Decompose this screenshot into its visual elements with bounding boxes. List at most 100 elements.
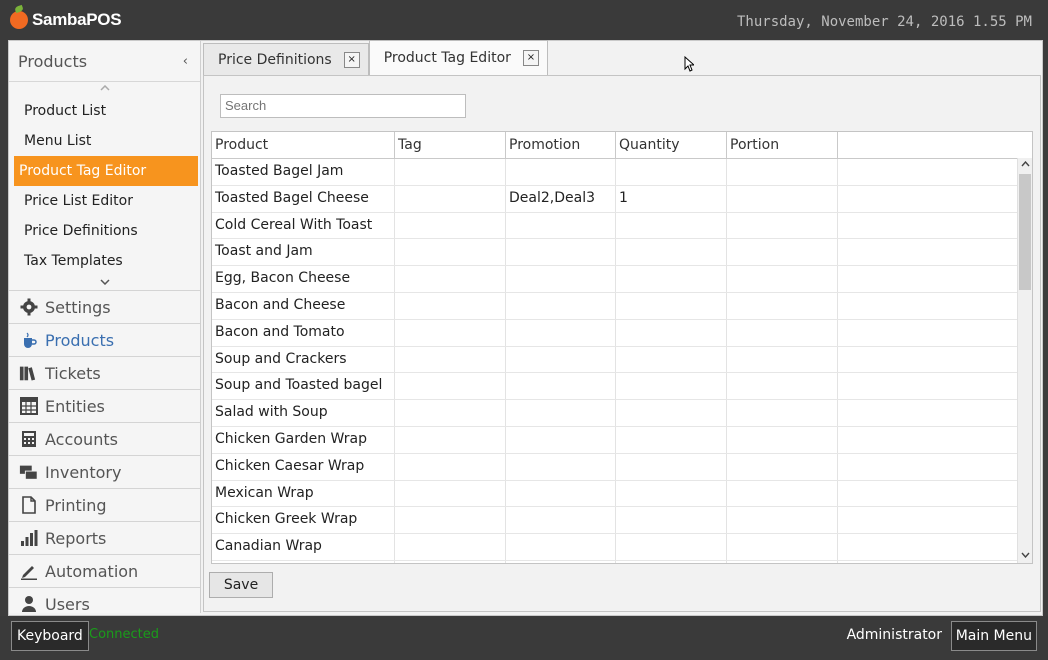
sidebar-subitem-product-tag-editor[interactable]: Product Tag Editor <box>14 156 198 186</box>
table-cell[interactable] <box>616 266 727 292</box>
table-row[interactable]: Toast and Jam <box>212 239 1032 267</box>
table-cell[interactable] <box>616 346 727 373</box>
scroll-down-arrow-icon[interactable] <box>1018 551 1032 561</box>
nav-item-inventory[interactable]: Inventory <box>9 455 200 488</box>
table-cell[interactable] <box>838 481 1018 507</box>
table-cell[interactable] <box>727 346 838 373</box>
table-cell[interactable] <box>395 319 506 346</box>
table-cell[interactable] <box>616 426 727 453</box>
table-cell[interactable] <box>616 560 727 563</box>
table-cell[interactable] <box>838 454 1018 480</box>
table-row[interactable]: Chicken Greek Wrap <box>212 507 1032 535</box>
table-cell[interactable] <box>838 186 1018 212</box>
column-header[interactable]: Promotion <box>506 132 616 158</box>
table-cell[interactable] <box>727 266 838 292</box>
nav-item-reports[interactable]: Reports <box>9 521 200 554</box>
table-cell[interactable] <box>727 507 838 534</box>
table-cell[interactable] <box>727 319 838 346</box>
table-cell[interactable] <box>727 239 838 266</box>
table-cell[interactable] <box>506 534 616 560</box>
vertical-scrollbar[interactable] <box>1017 158 1032 563</box>
scroll-up-chevron-icon[interactable] <box>9 82 200 96</box>
table-row[interactable]: Vegetarian Wrap <box>212 560 1032 563</box>
table-cell[interactable] <box>506 507 616 534</box>
table-row[interactable]: Soup and Crackers <box>212 346 1032 374</box>
table-cell[interactable] <box>838 266 1018 292</box>
table-row[interactable]: Bacon and Cheese <box>212 292 1032 320</box>
table-cell[interactable] <box>616 239 727 266</box>
table-cell[interactable] <box>838 427 1018 453</box>
table-cell[interactable] <box>395 266 506 292</box>
close-tab-icon[interactable]: × <box>343 51 360 68</box>
sidebar-subitem-menu-list[interactable]: Menu List <box>14 126 198 156</box>
table-row[interactable]: Mexican Wrap <box>212 480 1032 508</box>
sidebar-subitem-price-definitions[interactable]: Price Definitions <box>14 216 198 246</box>
table-row[interactable]: Chicken Garden Wrap <box>212 426 1032 454</box>
table-cell[interactable] <box>727 373 838 400</box>
table-cell[interactable] <box>616 319 727 346</box>
table-cell[interactable] <box>727 453 838 480</box>
keyboard-button[interactable]: Keyboard <box>11 621 89 651</box>
table-cell[interactable] <box>395 534 506 560</box>
table-cell[interactable] <box>727 560 838 563</box>
nav-item-entities[interactable]: Entities <box>9 389 200 422</box>
table-cell[interactable] <box>395 185 506 212</box>
column-header[interactable]: Product <box>212 132 395 158</box>
nav-item-products[interactable]: Products <box>9 323 200 356</box>
table-cell[interactable] <box>506 239 616 266</box>
table-cell[interactable] <box>616 453 727 480</box>
table-cell[interactable] <box>838 347 1018 373</box>
sidebar-subitem-product-list[interactable]: Product List <box>14 96 198 126</box>
nav-item-accounts[interactable]: Accounts <box>9 422 200 455</box>
table-cell[interactable] <box>838 159 1018 185</box>
column-header[interactable]: Tag <box>395 132 506 158</box>
table-cell[interactable]: Deal2,Deal3 <box>506 185 616 212</box>
table-cell[interactable] <box>395 453 506 480</box>
save-button[interactable]: Save <box>209 572 273 598</box>
table-cell[interactable]: 1 <box>616 185 727 212</box>
table-cell[interactable] <box>506 480 616 507</box>
table-cell[interactable] <box>395 292 506 319</box>
search-input[interactable] <box>220 94 466 118</box>
table-cell[interactable] <box>616 212 727 239</box>
table-cell[interactable] <box>616 159 727 185</box>
scroll-down-chevron-icon[interactable] <box>9 276 200 290</box>
collapse-sidebar-icon[interactable]: ‹ <box>183 54 188 69</box>
main-menu-button[interactable]: Main Menu <box>950 621 1037 651</box>
table-cell[interactable] <box>838 293 1018 319</box>
table-cell[interactable] <box>727 292 838 319</box>
table-row[interactable]: Salad with Soup <box>212 400 1032 427</box>
table-cell[interactable] <box>395 480 506 507</box>
table-cell[interactable] <box>838 213 1018 239</box>
table-cell[interactable] <box>506 453 616 480</box>
table-cell[interactable] <box>395 159 506 185</box>
table-cell[interactable] <box>838 534 1018 560</box>
column-header[interactable] <box>838 132 1018 158</box>
table-cell[interactable] <box>395 346 506 373</box>
table-cell[interactable] <box>838 561 1018 563</box>
table-cell[interactable] <box>838 400 1018 426</box>
table-cell[interactable] <box>395 239 506 266</box>
table-cell[interactable] <box>395 560 506 563</box>
table-row[interactable]: Cold Cereal With Toast <box>212 212 1032 240</box>
nav-item-settings[interactable]: Settings <box>9 290 200 323</box>
table-row[interactable]: Canadian Wrap <box>212 534 1032 561</box>
table-cell[interactable] <box>727 400 838 426</box>
table-cell[interactable] <box>506 346 616 373</box>
nav-item-automation[interactable]: Automation <box>9 554 200 587</box>
column-header[interactable]: Portion <box>727 132 838 158</box>
table-row[interactable]: Bacon and Tomato <box>212 319 1032 347</box>
tab-price-definitions[interactable]: Price Definitions × <box>203 43 369 75</box>
table-cell[interactable] <box>395 400 506 426</box>
tab-product-tag-editor[interactable]: Product Tag Editor × <box>368 40 548 75</box>
table-cell[interactable] <box>395 507 506 534</box>
table-row[interactable]: Toasted Bagel Cheese Deal2,Deal3 1 <box>212 185 1032 213</box>
table-cell[interactable] <box>616 480 727 507</box>
close-tab-icon[interactable]: × <box>522 50 539 66</box>
table-cell[interactable] <box>727 212 838 239</box>
table-cell[interactable] <box>506 159 616 185</box>
table-cell[interactable] <box>727 185 838 212</box>
table-cell[interactable] <box>616 400 727 426</box>
scrollbar-thumb[interactable] <box>1019 174 1031 290</box>
table-row[interactable]: Chicken Caesar Wrap <box>212 453 1032 481</box>
